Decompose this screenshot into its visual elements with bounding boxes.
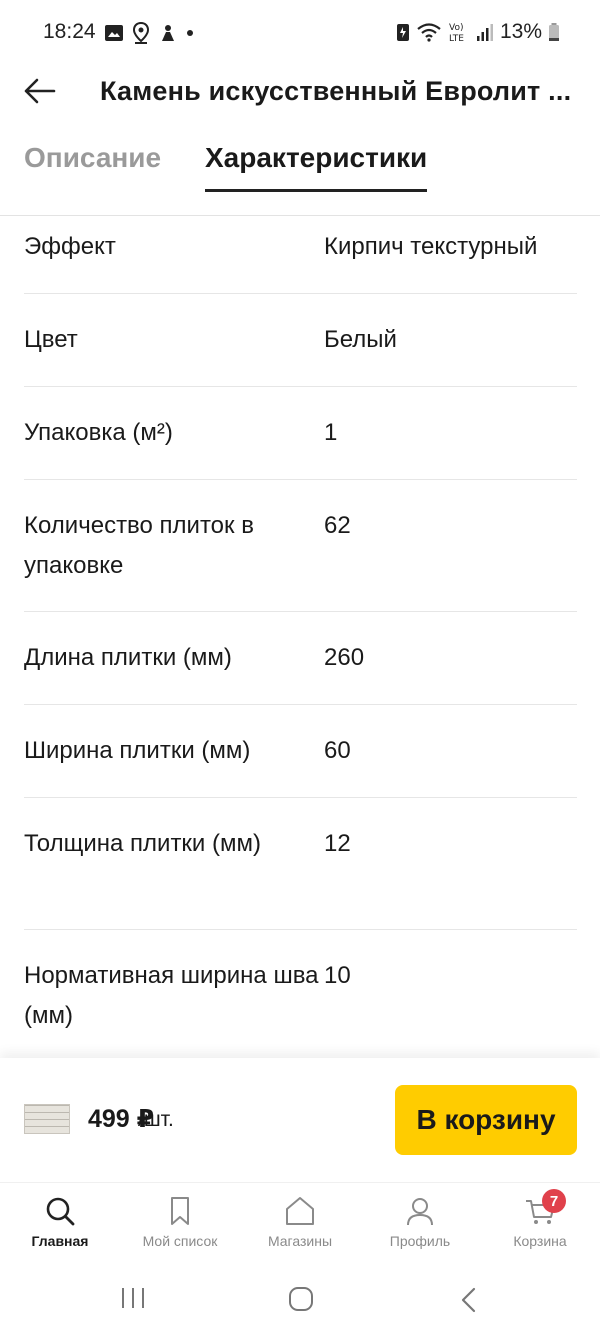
status-right-group: Vo) LTE 13% bbox=[396, 20, 560, 44]
search-icon bbox=[46, 1197, 75, 1226]
spec-row: Толщина плитки (мм) 12 bbox=[24, 798, 577, 930]
spec-row: Упаковка (м²) 1 bbox=[24, 387, 577, 480]
spec-value: Кирпич текстурный bbox=[324, 233, 538, 260]
nav-item-cart[interactable]: 7 Корзина bbox=[480, 1189, 600, 1249]
nav-item-stores[interactable]: Магазины bbox=[240, 1195, 360, 1249]
spec-value: Белый bbox=[324, 326, 397, 353]
spec-label: Ширина плитки (мм) bbox=[24, 737, 251, 764]
spec-row: Ширина плитки (мм) 60 bbox=[24, 705, 577, 798]
spec-value: 12 bbox=[324, 830, 351, 857]
status-bar: 18:24 Vo) LTE 13% bbox=[0, 0, 600, 66]
price-unit: /шт. bbox=[138, 1108, 174, 1131]
status-time: 18:24 bbox=[43, 20, 96, 43]
signal-icon bbox=[476, 24, 493, 41]
location-icon bbox=[132, 22, 150, 44]
page-title: Камень искусственный Евролит ... bbox=[100, 76, 572, 106]
tab-description[interactable]: Описание bbox=[24, 142, 161, 192]
spec-value: 60 bbox=[324, 737, 351, 764]
spec-value: 62 bbox=[324, 512, 351, 539]
spec-value: 1 bbox=[324, 419, 338, 446]
back-nav-icon[interactable] bbox=[458, 1286, 480, 1314]
back-button[interactable] bbox=[22, 76, 62, 106]
specs-list: Эффект Кирпич текстурный Цвет Белый Упак… bbox=[24, 217, 577, 1062]
bookmark-icon bbox=[171, 1197, 189, 1225]
spec-label: Нормативная ширина шва (мм) bbox=[24, 962, 319, 1029]
app-notification-icon bbox=[162, 25, 174, 41]
spec-row: Количество плиток в упаковке 62 bbox=[24, 480, 577, 612]
product-thumbnail bbox=[24, 1104, 70, 1134]
spec-label: Эффект bbox=[24, 233, 116, 260]
spec-row: Нормативная ширина шва (мм) 10 bbox=[24, 930, 577, 1062]
spec-label: Упаковка (м²) bbox=[24, 419, 173, 446]
bottom-navigation: Главная Мой список Магазины Профиль 7 Ко… bbox=[0, 1182, 600, 1264]
cart-badge: 7 bbox=[542, 1189, 566, 1213]
status-notification-icons bbox=[104, 22, 194, 44]
tab-bar: Описание Характеристики bbox=[0, 128, 600, 216]
dot-icon bbox=[187, 30, 193, 36]
system-navigation-bar bbox=[0, 1264, 600, 1332]
home-button-icon[interactable] bbox=[287, 1286, 315, 1312]
recent-apps-icon[interactable] bbox=[120, 1286, 146, 1310]
nav-label: Мой список bbox=[142, 1233, 218, 1249]
spec-label: Длина плитки (мм) bbox=[24, 644, 232, 671]
home-icon bbox=[286, 1197, 314, 1225]
spec-label: Толщина плитки (мм) bbox=[24, 830, 261, 857]
gallery-icon bbox=[105, 25, 123, 41]
nav-label: Магазины bbox=[267, 1233, 333, 1249]
nav-label: Главная bbox=[31, 1233, 89, 1249]
spec-value: 260 bbox=[324, 644, 365, 671]
svg-text:Vo): Vo) bbox=[449, 23, 463, 33]
user-icon bbox=[407, 1198, 433, 1226]
nav-label: Корзина bbox=[513, 1233, 567, 1249]
nav-item-home[interactable]: Главная bbox=[0, 1195, 120, 1249]
arrow-left-icon bbox=[24, 78, 56, 104]
add-to-cart-button[interactable]: В корзину bbox=[395, 1085, 577, 1155]
spec-value: 10 bbox=[324, 962, 351, 989]
nav-item-profile[interactable]: Профиль bbox=[360, 1195, 480, 1249]
buy-bar: 499 ₽ /шт. В корзину bbox=[0, 1058, 600, 1182]
spec-label: Количество плиток в упаковке bbox=[24, 512, 254, 579]
lte-icon: Vo)LTE bbox=[449, 23, 464, 43]
nav-label: Профиль bbox=[389, 1233, 451, 1249]
spec-row: Цвет Белый bbox=[24, 294, 577, 387]
tab-characteristics[interactable]: Характеристики bbox=[205, 142, 428, 192]
spec-label: Цвет bbox=[24, 326, 78, 353]
app-header: Камень искусственный Евролит ... bbox=[0, 66, 600, 118]
battery-icon bbox=[549, 23, 559, 41]
battery-percent: 13% bbox=[499, 20, 542, 43]
spec-row: Эффект Кирпич текстурный bbox=[24, 217, 577, 294]
spec-row: Длина плитки (мм) 260 bbox=[24, 612, 577, 705]
svg-text:LTE: LTE bbox=[449, 34, 464, 43]
battery-saver-icon bbox=[396, 24, 409, 41]
nav-item-my-list[interactable]: Мой список bbox=[120, 1195, 240, 1249]
wifi-icon bbox=[417, 23, 441, 42]
